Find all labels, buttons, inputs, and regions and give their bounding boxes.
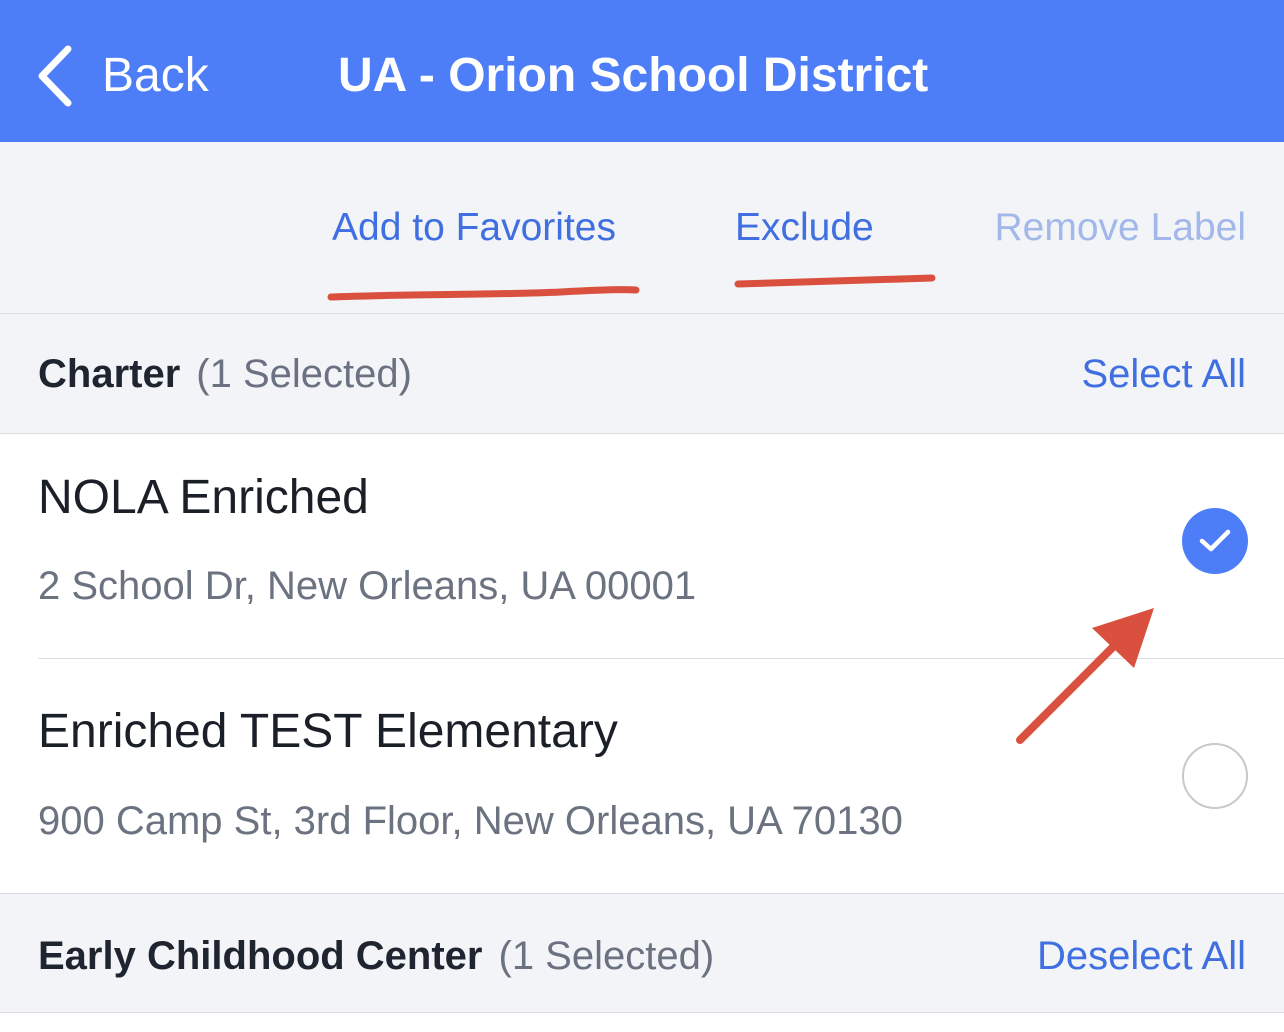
section-title: Charter (1 Selected) xyxy=(38,352,412,396)
unselected-circle-icon[interactable] xyxy=(1182,743,1248,809)
back-label: Back xyxy=(102,49,209,102)
section-header-charter: Charter (1 Selected) Select All xyxy=(0,314,1284,434)
selected-count: (1 Selected) xyxy=(498,934,715,978)
page-title: UA - Orion School District xyxy=(338,49,929,102)
school-row-nola-enriched[interactable]: NOLA Enriched 2 School Dr, New Orleans, … xyxy=(0,435,1284,659)
school-address: 900 Camp St, 3rd Floor, New Orleans, UA … xyxy=(38,799,903,843)
section-header-early-childhood-center: Early Childhood Center (1 Selected) Desel… xyxy=(0,893,1284,1013)
back-button[interactable]: Back xyxy=(34,38,209,114)
deselect-all-button[interactable]: Deselect All xyxy=(1037,932,1246,980)
school-name: NOLA Enriched xyxy=(38,471,369,524)
section-title: Early Childhood Center (1 Selected) xyxy=(38,934,715,978)
checkmark-selected-icon[interactable] xyxy=(1182,508,1248,574)
remove-label-button[interactable]: Remove Label xyxy=(995,204,1246,252)
action-bar: Add to Favorites Exclude Remove Label xyxy=(0,142,1284,314)
selected-count: (1 Selected) xyxy=(196,352,412,396)
school-row-enriched-test-elementary[interactable]: Enriched TEST Elementary 900 Camp St, 3r… xyxy=(0,659,1284,893)
school-name: Enriched TEST Elementary xyxy=(38,705,618,758)
chevron-left-icon xyxy=(34,43,74,109)
exclude-button[interactable]: Exclude xyxy=(735,204,874,252)
add-to-favorites-button[interactable]: Add to Favorites xyxy=(332,204,616,252)
navigation-bar: Back UA - Orion School District xyxy=(0,0,1284,142)
school-address: 2 School Dr, New Orleans, UA 00001 xyxy=(38,564,697,608)
select-all-button[interactable]: Select All xyxy=(1081,350,1246,398)
